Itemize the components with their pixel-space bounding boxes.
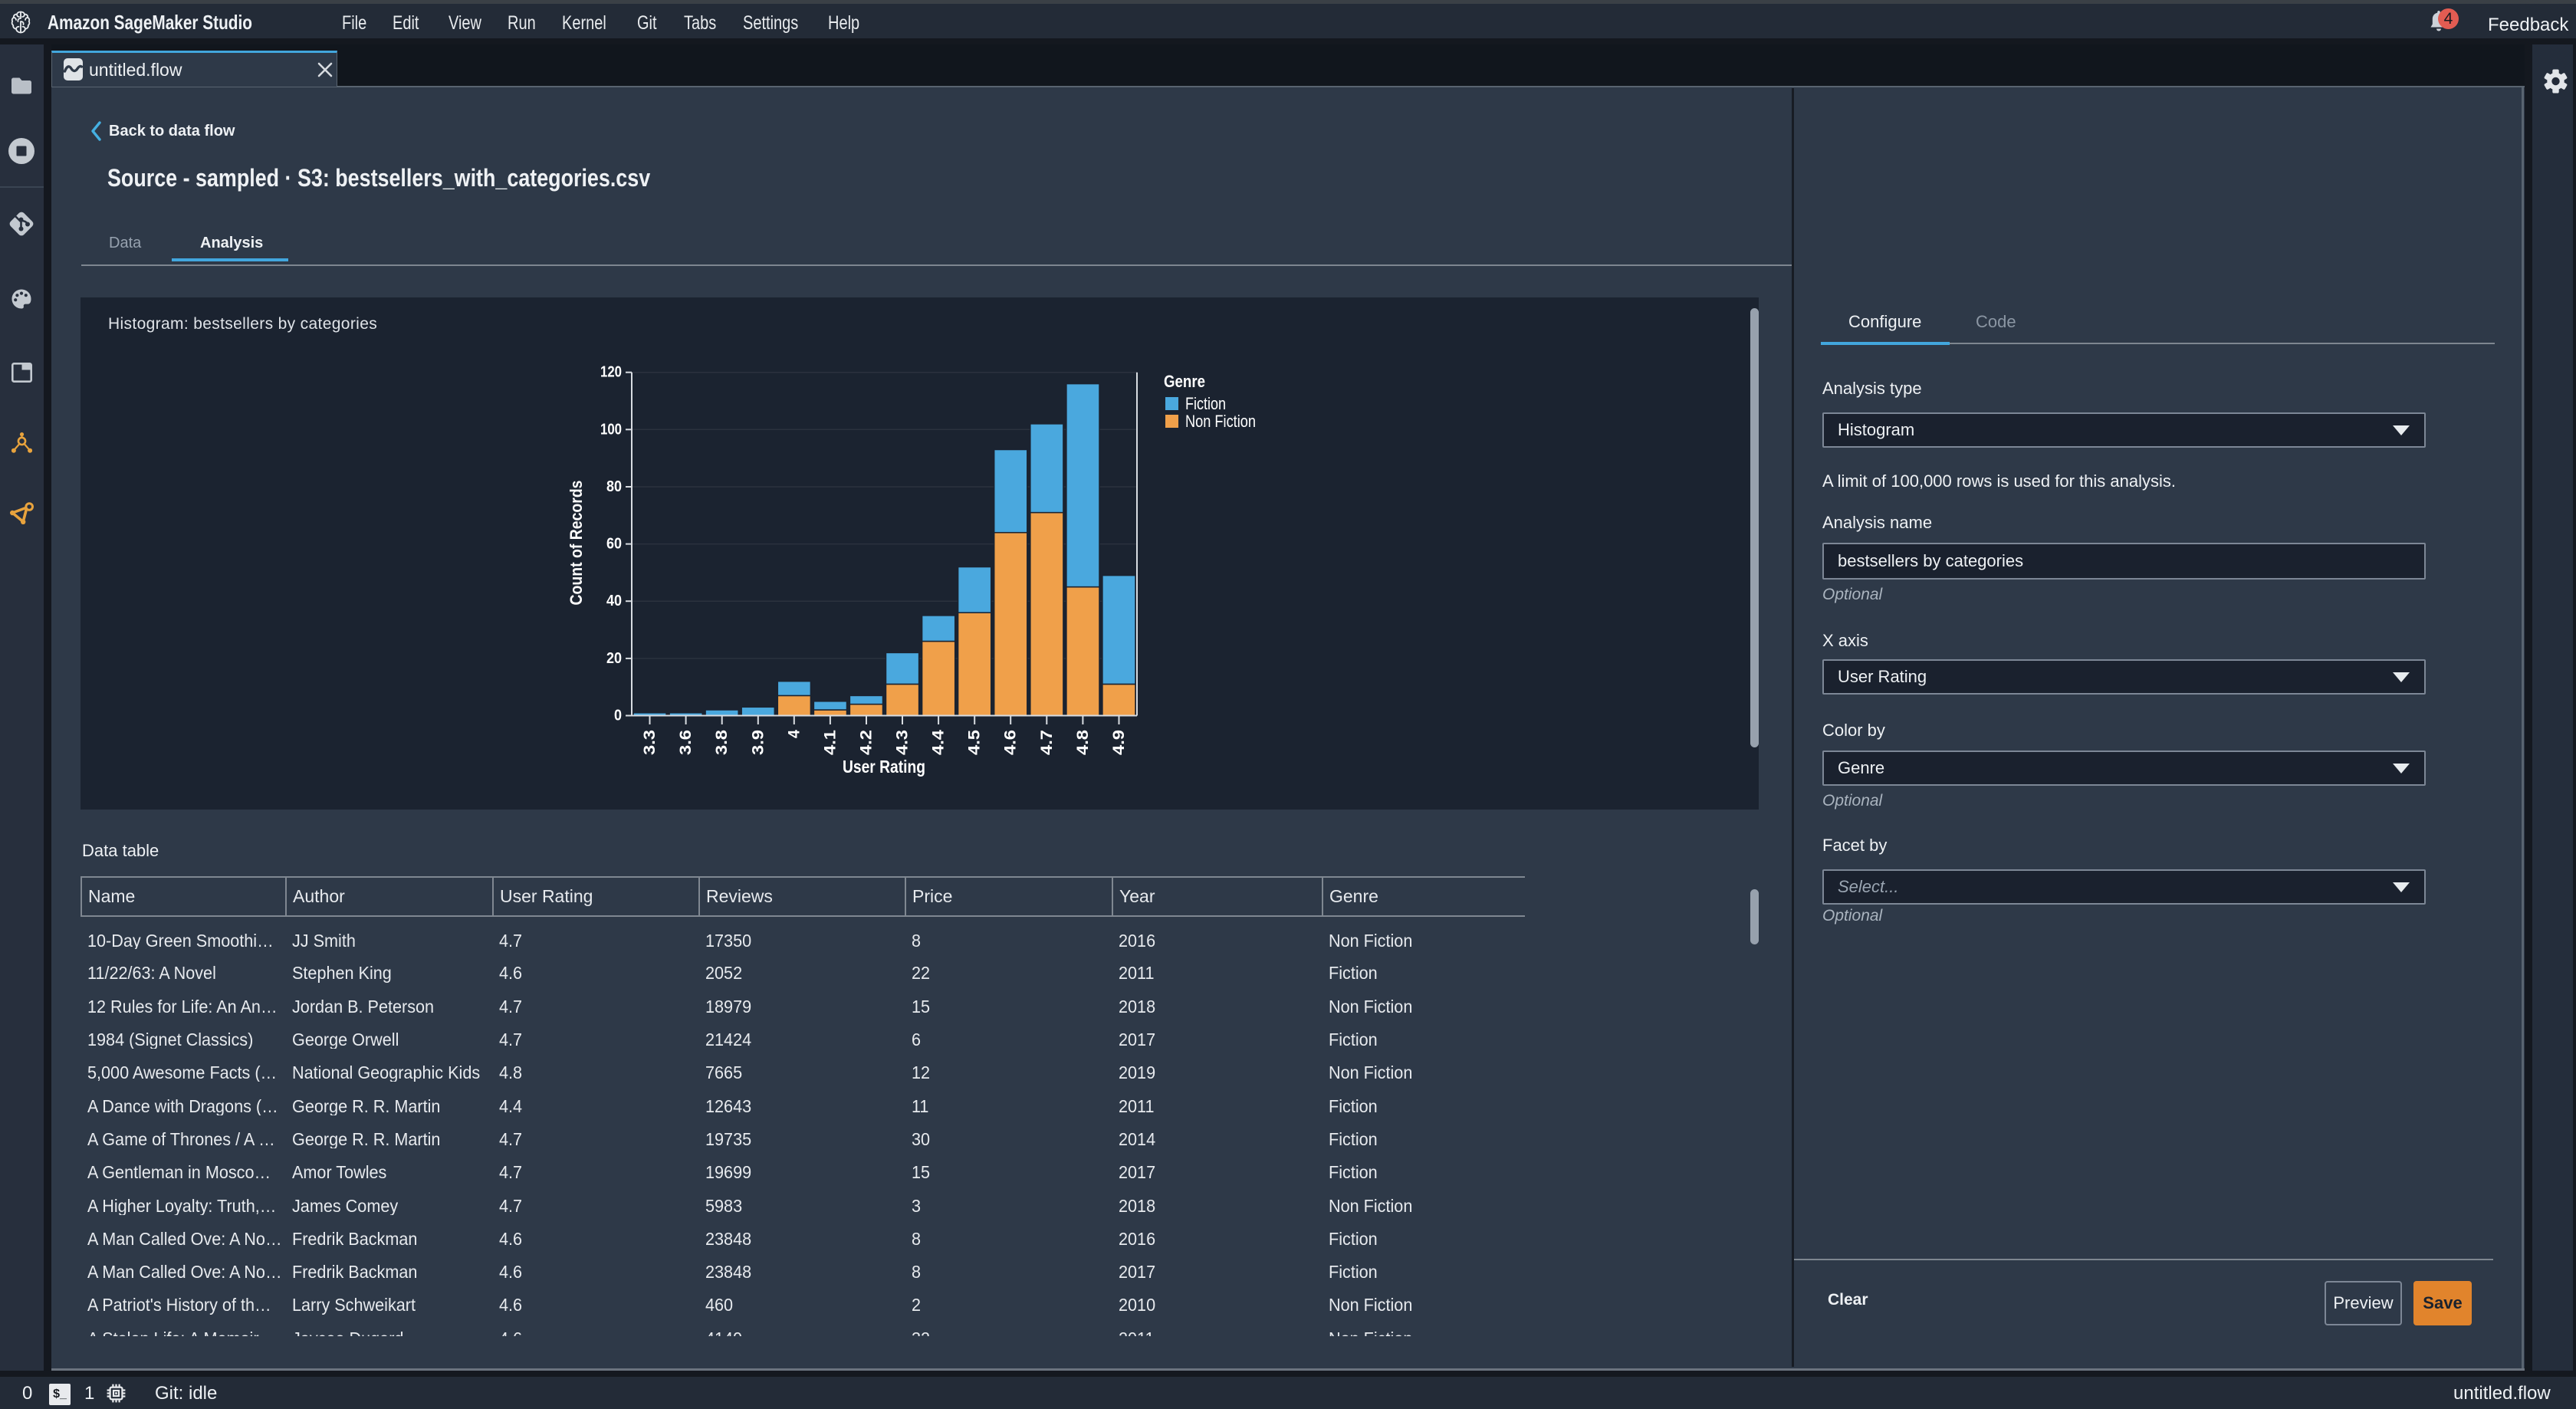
svg-text:60: 60 <box>606 536 622 553</box>
svg-text:4.9: 4.9 <box>1110 730 1128 755</box>
svg-text:4.7: 4.7 <box>1038 730 1056 755</box>
svg-text:3.3: 3.3 <box>641 730 659 755</box>
svg-text:4.6: 4.6 <box>1002 730 1020 755</box>
svg-text:3.9: 3.9 <box>749 730 767 755</box>
svg-text:100: 100 <box>600 421 622 438</box>
svg-text:4.2: 4.2 <box>858 730 876 755</box>
svg-text:4.3: 4.3 <box>894 730 912 755</box>
svg-text:4.1: 4.1 <box>821 730 839 755</box>
svg-text:Non Fiction: Non Fiction <box>1185 412 1256 431</box>
svg-text:20: 20 <box>606 650 622 667</box>
svg-text:120: 120 <box>600 364 622 381</box>
svg-text:3.6: 3.6 <box>677 730 695 755</box>
svg-text:Fiction: Fiction <box>1185 394 1226 413</box>
svg-text:Count of Records: Count of Records <box>567 481 586 606</box>
svg-text:40: 40 <box>606 593 622 609</box>
svg-text:4.4: 4.4 <box>930 730 948 755</box>
svg-text:0: 0 <box>614 708 622 724</box>
svg-text:Genre: Genre <box>1164 372 1205 391</box>
svg-text:80: 80 <box>606 478 622 495</box>
svg-text:User Rating: User Rating <box>843 757 925 777</box>
svg-text:4.5: 4.5 <box>966 730 984 755</box>
svg-text:3.8: 3.8 <box>713 730 731 755</box>
svg-text:4: 4 <box>785 730 803 738</box>
svg-text:4.8: 4.8 <box>1074 730 1092 755</box>
